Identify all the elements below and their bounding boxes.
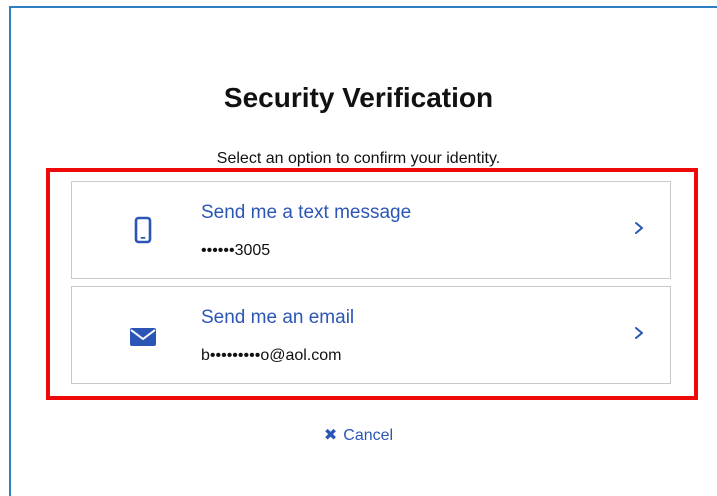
page-subtitle: Select an option to confirm your identit…: [216, 150, 501, 167]
cancel-button[interactable]: ✖ Cancel: [0, 425, 717, 445]
cancel-label: Cancel: [343, 427, 394, 444]
page-title: Security Verification: [223, 82, 494, 113]
highlight-box: [46, 168, 698, 400]
close-icon: ✖: [323, 427, 338, 444]
